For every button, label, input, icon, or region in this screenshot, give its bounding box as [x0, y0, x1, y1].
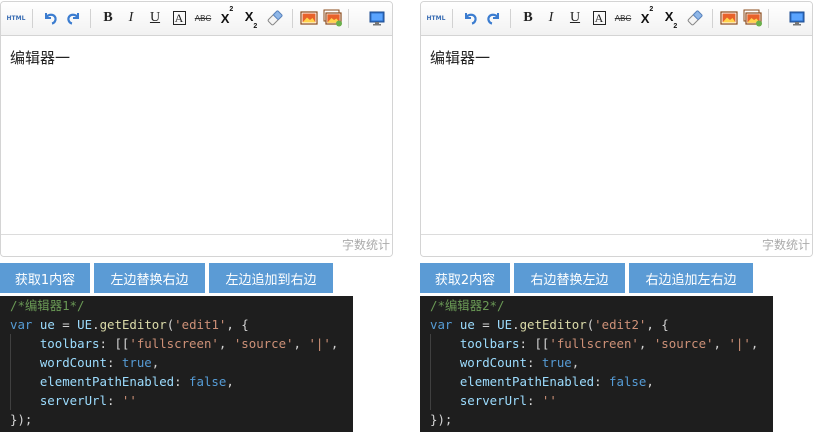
eraser-icon — [687, 10, 703, 26]
word-count: 字数统计 — [1, 234, 392, 256]
code-block: /*编辑器2*/ var ue = UE.getEditor('edit2', … — [420, 296, 773, 432]
superscript-icon: X2 — [220, 6, 234, 26]
editor-toolbar: HTML B I U A ABC X2 X2 — [421, 2, 812, 36]
subscript-button[interactable]: X2 — [661, 8, 681, 30]
superscript-icon: X2 — [640, 6, 654, 26]
bold-button[interactable]: B — [98, 8, 118, 28]
toolbar-separator — [712, 9, 713, 28]
bold-icon: B — [523, 10, 533, 25]
editor-content[interactable]: 编辑器一 — [10, 47, 70, 68]
italic-button[interactable]: I — [121, 8, 141, 28]
font-border-icon: A — [592, 11, 606, 25]
insert-image-icon — [720, 11, 738, 25]
append-button[interactable]: 右边追加左右边 — [629, 263, 753, 293]
font-border-icon: A — [172, 11, 186, 25]
rich-text-editor[interactable]: HTML B I U A ABC X2 X2 编辑器一 字数统计 — [420, 1, 813, 257]
italic-button[interactable]: I — [541, 8, 561, 28]
toolbar-separator — [32, 9, 33, 28]
insert-image-button[interactable] — [299, 8, 319, 28]
italic-icon: I — [548, 10, 554, 25]
underline-icon: U — [569, 10, 581, 25]
code-block: /*编辑器1*/ var ue = UE.getEditor('edit1', … — [0, 296, 353, 432]
toolbar-separator — [90, 9, 91, 28]
subscript-icon: X2 — [244, 9, 258, 30]
underline-button[interactable]: U — [145, 8, 165, 28]
fullscreen-button[interactable] — [367, 8, 387, 28]
subscript-button[interactable]: X2 — [241, 8, 261, 30]
fontborder-button[interactable]: A — [169, 8, 189, 28]
italic-icon: I — [128, 10, 134, 25]
redo-button[interactable] — [484, 8, 504, 28]
editor-toolbar: HTML B I U A ABC X2 X2 — [1, 2, 392, 36]
multi-image-icon — [323, 9, 342, 27]
multi-image-icon — [743, 9, 762, 27]
toolbar-separator — [348, 9, 349, 28]
multi-image-button[interactable] — [743, 8, 763, 28]
underline-icon: U — [149, 10, 161, 25]
bold-icon: B — [103, 10, 113, 25]
redo-icon — [487, 13, 499, 25]
strikethrough-icon: ABC — [194, 13, 212, 23]
undo-icon — [45, 13, 57, 25]
get-content-button[interactable]: 获取1内容 — [0, 263, 90, 293]
bold-button[interactable]: B — [518, 8, 538, 28]
strikethrough-button[interactable]: ABC — [193, 8, 213, 28]
source-button[interactable]: HTML — [6, 8, 26, 28]
fontborder-button[interactable]: A — [589, 8, 609, 28]
toolbar-separator — [292, 9, 293, 28]
strikethrough-button[interactable]: ABC — [613, 8, 633, 28]
editor-content[interactable]: 编辑器一 — [430, 47, 490, 68]
undo-button[interactable] — [460, 8, 480, 28]
redo-button[interactable] — [64, 8, 84, 28]
toolbar-separator — [768, 9, 769, 28]
indent-guide — [10, 334, 11, 410]
eraser-button[interactable] — [685, 8, 705, 28]
strikethrough-icon: ABC — [614, 13, 632, 23]
eraser-icon — [267, 10, 283, 26]
word-count: 字数统计 — [421, 234, 812, 256]
insert-image-icon — [300, 11, 318, 25]
redo-icon — [67, 13, 79, 25]
insert-image-button[interactable] — [719, 8, 739, 28]
replace-button[interactable]: 左边替换右边 — [94, 263, 205, 293]
fullscreen-icon — [369, 11, 385, 26]
html-source-icon: HTML — [6, 14, 26, 22]
toolbar-separator — [510, 9, 511, 28]
get-content-button[interactable]: 获取2内容 — [420, 263, 510, 293]
underline-button[interactable]: U — [565, 8, 585, 28]
source-button[interactable]: HTML — [426, 8, 446, 28]
replace-button[interactable]: 右边替换左边 — [514, 263, 625, 293]
fullscreen-button[interactable] — [787, 8, 807, 28]
html-source-icon: HTML — [426, 14, 446, 22]
superscript-button[interactable]: X2 — [637, 6, 657, 28]
superscript-button[interactable]: X2 — [217, 6, 237, 28]
multi-image-button[interactable] — [323, 8, 343, 28]
editor-panel-right: HTML B I U A ABC X2 X2 编辑器一 字数统计 获取2内容 右… — [420, 0, 813, 432]
undo-button[interactable] — [40, 8, 60, 28]
undo-icon — [465, 13, 477, 25]
eraser-button[interactable] — [265, 8, 285, 28]
editor-panel-left: HTML B I U A ABC X2 X2 编辑器一 字数统计 获取1内容 左… — [0, 0, 393, 432]
rich-text-editor[interactable]: HTML B I U A ABC X2 X2 编辑器一 字数统计 — [0, 1, 393, 257]
fullscreen-icon — [789, 11, 805, 26]
append-button[interactable]: 左边追加到右边 — [209, 263, 333, 293]
indent-guide — [430, 334, 431, 410]
toolbar-separator — [452, 9, 453, 28]
subscript-icon: X2 — [664, 9, 678, 30]
